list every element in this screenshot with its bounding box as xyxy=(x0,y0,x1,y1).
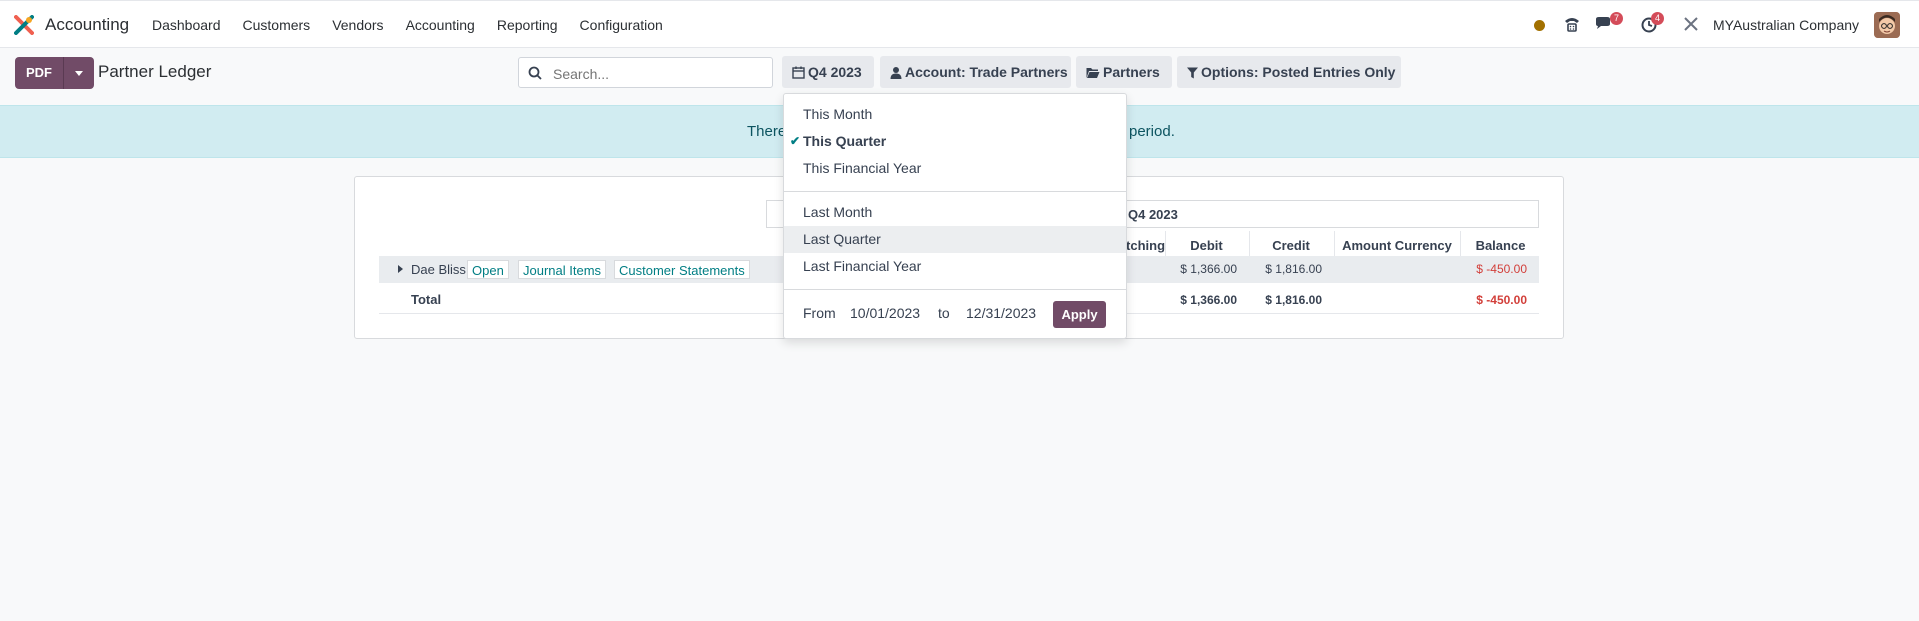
partners-filter-button[interactable]: Partners xyxy=(1076,56,1172,88)
partner-name[interactable]: Dae Bliss xyxy=(411,262,466,277)
alert-text-end: period. xyxy=(1129,123,1175,140)
from-label: From xyxy=(803,305,836,321)
search-box[interactable] xyxy=(518,57,773,88)
total-credit: $ 1,816.00 xyxy=(1265,293,1322,307)
options-filter-button[interactable]: Options: Posted Entries Only xyxy=(1177,56,1401,88)
filter-icon xyxy=(1187,67,1198,79)
status-dot-icon[interactable] xyxy=(1534,20,1545,31)
phone-icon[interactable] xyxy=(1562,14,1582,34)
partners-filter-label: Partners xyxy=(1103,64,1160,80)
option-this-month[interactable]: This Month xyxy=(784,101,1126,128)
column-divider xyxy=(1165,231,1166,257)
app-name[interactable]: Accounting xyxy=(45,15,129,35)
column-balance: Balance xyxy=(1475,238,1526,253)
to-date-input[interactable]: 12/31/2023 xyxy=(966,305,1036,321)
option-this-quarter[interactable]: ✔ This Quarter xyxy=(784,128,1126,155)
credit-value: $ 1,816.00 xyxy=(1265,262,1322,276)
menu-configuration[interactable]: Configuration xyxy=(580,17,663,33)
menu-customers[interactable]: Customers xyxy=(243,17,311,33)
activities-badge: 4 xyxy=(1651,12,1664,25)
pdf-button-group: PDF xyxy=(15,57,94,89)
top-navbar: Accounting Dashboard Customers Vendors A… xyxy=(0,0,1919,48)
account-filter-button[interactable]: Account: Trade Partners xyxy=(880,56,1071,88)
column-divider xyxy=(1460,231,1461,257)
total-label: Total xyxy=(411,292,442,307)
menu-vendors[interactable]: Vendors xyxy=(332,17,383,33)
column-amount-currency: Amount Currency xyxy=(1342,238,1452,253)
export-dropdown-toggle[interactable] xyxy=(63,57,94,89)
folder-open-icon xyxy=(1086,68,1100,78)
date-filter-button[interactable]: Q4 2023 xyxy=(782,56,874,88)
column-debit: Debit xyxy=(1190,238,1223,253)
pdf-button[interactable]: PDF xyxy=(15,57,63,89)
dropdown-divider xyxy=(784,191,1126,192)
alert-text-start: There xyxy=(747,123,787,140)
page-title: Partner Ledger xyxy=(98,62,212,81)
total-debit: $ 1,366.00 xyxy=(1180,293,1237,307)
option-last-financial-year[interactable]: Last Financial Year xyxy=(784,253,1126,280)
account-filter-label: Account: Trade Partners xyxy=(905,64,1068,80)
date-filter-dropdown: This Month ✔ This Quarter This Financial … xyxy=(783,93,1127,339)
search-input[interactable] xyxy=(551,62,765,86)
user-icon xyxy=(890,67,902,79)
menu-reporting[interactable]: Reporting xyxy=(497,17,558,33)
option-this-financial-year[interactable]: This Financial Year xyxy=(784,155,1126,182)
debit-value: $ 1,366.00 xyxy=(1180,262,1237,276)
balance-value: $ -450.00 xyxy=(1476,262,1527,276)
column-divider xyxy=(1249,231,1250,257)
search-icon xyxy=(528,66,542,80)
menu-accounting[interactable]: Accounting xyxy=(406,17,475,33)
dropdown-divider xyxy=(784,289,1126,290)
option-last-quarter[interactable]: Last Quarter xyxy=(784,226,1126,253)
calendar-icon xyxy=(792,66,805,79)
customer-statements-button[interactable]: Customer Statements xyxy=(614,260,750,279)
to-label: to xyxy=(938,305,950,321)
date-filter-label: Q4 2023 xyxy=(808,64,862,80)
user-avatar[interactable] xyxy=(1874,12,1900,38)
main-menu: Dashboard Customers Vendors Accounting R… xyxy=(152,1,685,49)
journal-items-button[interactable]: Journal Items xyxy=(518,260,607,279)
option-this-quarter-label: This Quarter xyxy=(803,133,887,149)
debug-tools-icon[interactable] xyxy=(1681,14,1701,34)
apply-button[interactable]: Apply xyxy=(1053,301,1106,328)
period-header-label: Q4 2023 xyxy=(1128,207,1178,222)
menu-dashboard[interactable]: Dashboard xyxy=(152,17,221,33)
column-credit: Credit xyxy=(1272,238,1310,253)
column-divider xyxy=(1334,231,1335,257)
accounting-logo-icon[interactable] xyxy=(14,15,34,35)
company-switcher[interactable]: MYAustralian Company xyxy=(1713,17,1859,33)
from-date-input[interactable]: 10/01/2023 xyxy=(850,305,920,321)
user-avatar-icon xyxy=(1874,12,1900,38)
options-filter-label: Options: Posted Entries Only xyxy=(1201,64,1396,80)
open-button[interactable]: Open xyxy=(467,260,509,279)
checkmark-icon: ✔ xyxy=(790,134,801,148)
option-last-month[interactable]: Last Month xyxy=(784,199,1126,226)
total-balance: $ -450.00 xyxy=(1476,293,1527,307)
messages-badge: 7 xyxy=(1610,12,1623,25)
expand-caret-icon[interactable] xyxy=(398,265,403,273)
